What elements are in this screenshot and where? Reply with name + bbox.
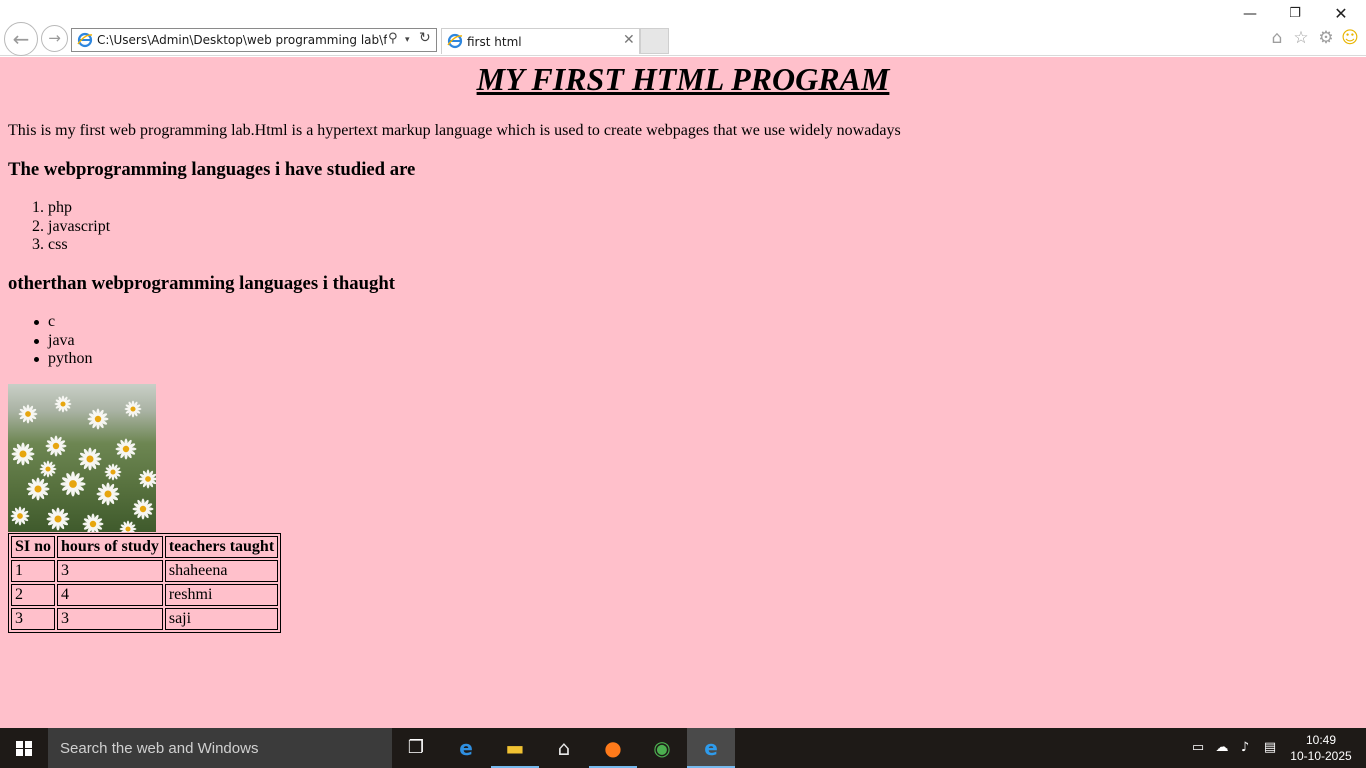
list-item: 2. javascript: [32, 217, 111, 237]
minimize-button[interactable]: —: [1235, 4, 1265, 24]
ie-page-icon: [77, 32, 93, 48]
back-button[interactable]: ←: [4, 22, 38, 56]
other-languages-list: c java python: [34, 313, 93, 369]
page-content: MY FIRST HTML PROGRAM This is my first w…: [0, 57, 1366, 728]
intro-paragraph: This is my first web programming lab.Htm…: [8, 122, 901, 139]
list-item: 3. css: [32, 236, 110, 255]
list-item-text: c: [48, 313, 56, 330]
address-text[interactable]: C:\Users\Admin\Desktop\web programming l…: [97, 33, 387, 47]
tab-label: first html: [467, 35, 522, 49]
table-cell: 3: [57, 608, 163, 630]
task-view-icon[interactable]: ❐: [392, 728, 440, 768]
firefox-icon[interactable]: ●: [589, 728, 637, 768]
chrome-icon[interactable]: ◉: [638, 728, 686, 768]
list-item: python: [34, 350, 93, 369]
internet-explorer-icon[interactable]: e: [687, 728, 735, 768]
forward-button[interactable]: →: [41, 25, 68, 52]
list-item-text: javascript: [48, 217, 111, 235]
store-icon[interactable]: ⌂: [540, 728, 588, 768]
table-cell: 3: [57, 560, 163, 582]
list-marker: 1.: [32, 199, 44, 216]
new-tab-button[interactable]: [640, 28, 669, 54]
clock-date: 10-10-2025: [1290, 749, 1352, 763]
address-bar[interactable]: C:\Users\Admin\Desktop\web programming l…: [71, 28, 437, 52]
table-cell: 2: [11, 584, 56, 606]
bullet-icon: [34, 320, 39, 325]
tab-first-html[interactable]: first html ✕: [441, 28, 640, 54]
close-tab-icon[interactable]: ✕: [623, 32, 635, 48]
table-cell: shaheena: [164, 560, 279, 582]
table-header-cell: SI no: [11, 536, 56, 558]
study-table: SI no hours of study teachers taught 1 3…: [8, 533, 282, 633]
table-cell: saji: [164, 608, 279, 630]
table-row: 3 3 saji: [11, 608, 279, 630]
list-item: java: [34, 331, 92, 351]
table-cell: 3: [11, 608, 56, 630]
close-window-button[interactable]: ✕: [1326, 4, 1356, 24]
list-marker: 2.: [32, 217, 44, 235]
bullet-icon: [34, 357, 39, 362]
gear-icon[interactable]: ⚙: [1316, 28, 1336, 48]
refresh-icon[interactable]: ↻: [419, 30, 435, 50]
favorites-star-icon[interactable]: ☆: [1291, 28, 1311, 48]
taskbar-clock[interactable]: 10:49 10-10-2025: [1286, 732, 1356, 764]
table-row: 1 3 shaheena: [11, 560, 279, 582]
onedrive-icon[interactable]: ☁: [1213, 738, 1231, 758]
table-header-cell: hours of study: [57, 536, 163, 558]
feedback-smiley-icon[interactable]: ☺: [1340, 28, 1360, 48]
restore-button[interactable]: ❐: [1280, 4, 1310, 24]
table-header-cell: teachers taught: [164, 536, 279, 558]
windows-logo-icon: [16, 741, 32, 756]
daisy-flowers-graphic: [10, 395, 156, 532]
list-marker: 3.: [32, 236, 44, 253]
list-item: c: [34, 313, 92, 332]
table-row: 2 4 reshmi: [11, 584, 279, 606]
network-icon[interactable]: ▭: [1189, 738, 1207, 758]
web-languages-heading: The webprogramming languages i have stud…: [8, 159, 416, 180]
taskbar: Search the web and Windows ❐ e ▬ ⌂ ● ◉ e…: [0, 728, 1366, 768]
clock-time: 10:49: [1305, 733, 1337, 747]
list-item-text: python: [48, 350, 93, 367]
table-cell: 4: [57, 584, 163, 606]
bullet-icon: [34, 338, 39, 344]
table-cell: reshmi: [164, 584, 279, 606]
file-explorer-icon[interactable]: ▬: [491, 728, 539, 768]
start-button[interactable]: [0, 728, 48, 768]
taskbar-search-placeholder: Search the web and Windows: [60, 740, 259, 757]
web-languages-list: 1. php 2. javascript 3. css: [32, 199, 111, 255]
browser-chrome: ← → C:\Users\Admin\Desktop\web programmi…: [0, 0, 1366, 56]
volume-icon[interactable]: ♪: [1236, 738, 1254, 758]
notification-icon[interactable]: ▤: [1261, 738, 1279, 758]
search-icon[interactable]: ⚲: [388, 31, 404, 49]
list-item-text: php: [48, 199, 72, 216]
table-header-row: SI no hours of study teachers taught: [11, 536, 279, 558]
chevron-down-icon[interactable]: ▾: [405, 31, 415, 49]
taskbar-search-box[interactable]: Search the web and Windows: [48, 728, 392, 768]
list-item: 1. php: [32, 199, 110, 218]
home-icon[interactable]: ⌂: [1267, 28, 1287, 48]
daisy-flowers-image: [8, 384, 156, 532]
table-cell: 1: [11, 560, 56, 582]
edge-browser-icon[interactable]: e: [442, 728, 490, 768]
list-item-text: java: [48, 331, 75, 349]
list-item-text: css: [48, 236, 68, 253]
page-title: MY FIRST HTML PROGRAM: [476, 61, 890, 97]
other-languages-heading: otherthan webprogramming languages i tha…: [8, 273, 395, 294]
ie-page-icon: [447, 33, 463, 49]
